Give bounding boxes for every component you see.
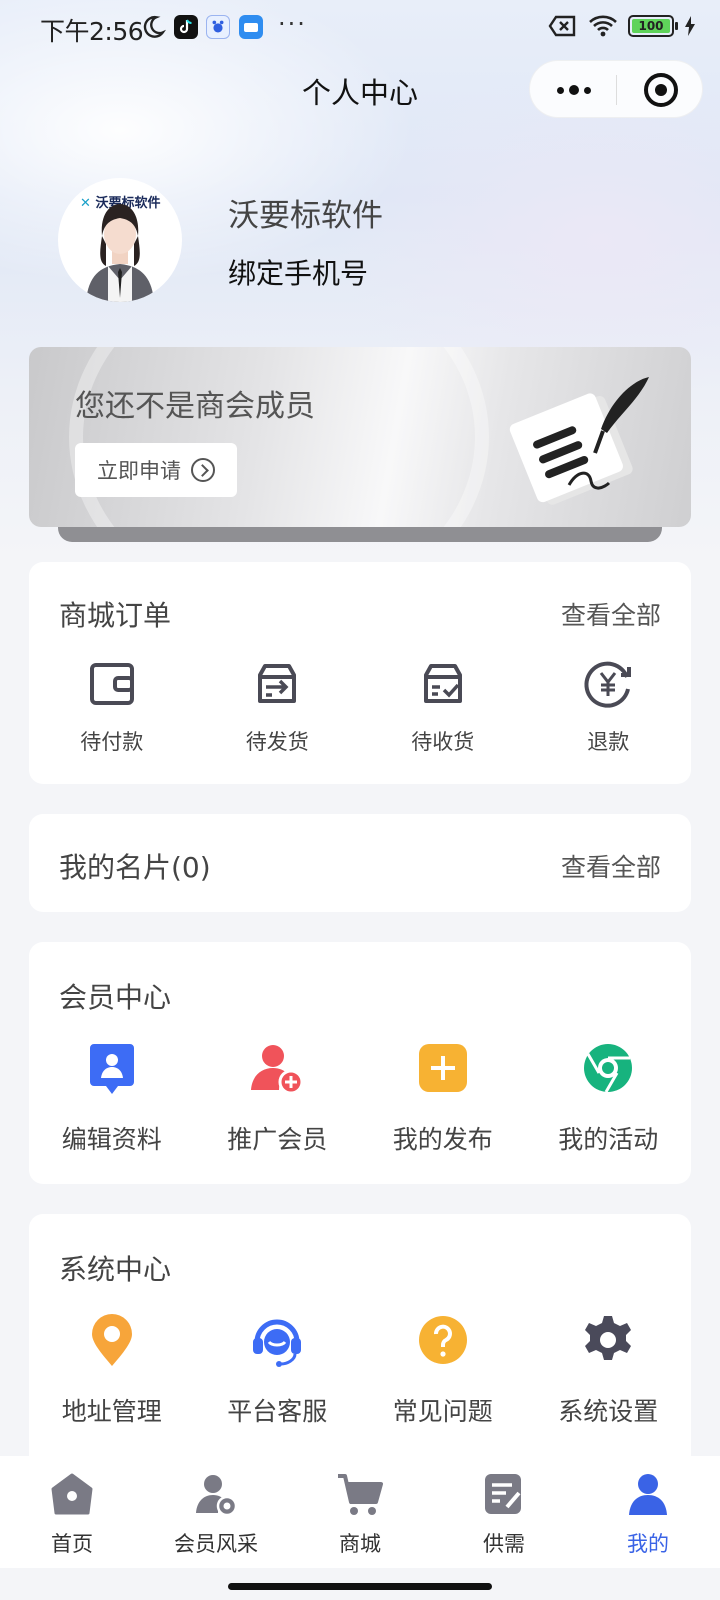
orders-card: 商城订单 查看全部 待付款 待发货 待收货 退款: [29, 562, 691, 784]
system-item-label: 常见问题: [392, 1397, 493, 1426]
wifi-icon: [589, 15, 617, 37]
supply-demand-icon: [480, 1470, 528, 1518]
profile-icon: [624, 1470, 672, 1518]
cart-icon: [336, 1470, 384, 1518]
status-more: ···: [278, 10, 307, 38]
refund-yen-icon: [580, 656, 636, 712]
orders-title: 商城订单: [59, 599, 172, 632]
bind-phone-link[interactable]: 绑定手机号: [228, 252, 368, 292]
member-center-title: 会员中心: [59, 981, 172, 1014]
box-arrow-icon: [249, 656, 305, 712]
tab-home[interactable]: 首页: [0, 1456, 144, 1568]
apply-now-button[interactable]: 立即申请: [75, 443, 237, 497]
tab-label: 会员风采: [174, 1532, 258, 1556]
order-pending-receipt[interactable]: 待收货: [360, 656, 526, 756]
member-center-card: 会员中心 编辑资料 推广会员 我的发布 我的活动: [29, 942, 691, 1184]
moon-icon: [143, 15, 166, 38]
member-item-label: 编辑资料: [61, 1125, 162, 1154]
tab-mall[interactable]: 商城: [288, 1456, 432, 1568]
bottom-tab-bar: 首页 会员风采 商城 供需 我的: [0, 1456, 720, 1568]
customer-service-item[interactable]: 平台客服: [195, 1312, 361, 1428]
question-icon: [415, 1312, 471, 1368]
avatar[interactable]: ✕ 沃要标软件: [58, 178, 182, 302]
address-management-item[interactable]: 地址管理: [29, 1312, 195, 1428]
charging-icon: [685, 16, 695, 36]
my-activities-item[interactable]: 我的活动: [526, 1040, 692, 1156]
member-item-label: 推广会员: [227, 1125, 328, 1154]
status-time: 下午2:56: [40, 17, 144, 46]
activity-icon: [580, 1040, 636, 1096]
battery-level: 100: [632, 19, 670, 33]
tab-mine[interactable]: 我的: [576, 1456, 720, 1568]
order-item-label: 待发货: [245, 730, 309, 754]
home-icon: [48, 1470, 96, 1518]
box-check-icon: [415, 656, 471, 712]
home-indicator[interactable]: [228, 1583, 492, 1590]
my-cards-title: 我的名片(0): [59, 851, 211, 884]
tab-label: 商城: [339, 1532, 381, 1556]
promote-member-item[interactable]: 推广会员: [195, 1040, 361, 1156]
status-right: 100: [548, 14, 696, 38]
membership-banner: 您还不是商会成员 立即申请: [29, 347, 691, 527]
sim-x-icon: [548, 15, 576, 37]
location-pin-icon: [84, 1312, 140, 1368]
order-pending-payment[interactable]: 待付款: [29, 656, 195, 756]
edit-profile-icon: [84, 1040, 140, 1096]
battery-icon: 100: [628, 15, 678, 37]
tab-member-style[interactable]: 会员风采: [144, 1456, 288, 1568]
order-item-label: 待收货: [411, 730, 475, 754]
apply-now-label: 立即申请: [97, 459, 181, 483]
tab-label: 我的: [627, 1532, 669, 1556]
wallet-icon: [84, 656, 140, 712]
status-bar: 下午2:56 ··· 100: [0, 0, 720, 56]
profile-name: 沃要标软件: [228, 198, 383, 234]
document-quill-icon: [509, 377, 649, 505]
member-item-label: 我的活动: [558, 1125, 659, 1154]
my-posts-item[interactable]: 我的发布: [360, 1040, 526, 1156]
settings-gear-icon: [580, 1312, 636, 1368]
add-post-icon: [415, 1040, 471, 1096]
my-cards-view-all-link[interactable]: 查看全部: [561, 848, 661, 884]
order-pending-shipment[interactable]: 待发货: [195, 656, 361, 756]
tab-supply-demand[interactable]: 供需: [432, 1456, 576, 1568]
orders-view-all-link[interactable]: 查看全部: [561, 596, 661, 632]
customer-service-icon: [249, 1312, 305, 1368]
system-item-label: 系统设置: [558, 1397, 659, 1426]
baidu-app-icon: [206, 15, 230, 39]
system-center-grid: 地址管理 平台客服 常见问题 系统设置: [29, 1312, 691, 1428]
promote-member-icon: [249, 1040, 305, 1096]
system-settings-item[interactable]: 系统设置: [526, 1312, 692, 1428]
order-item-label: 退款: [587, 730, 630, 754]
banner-decoration: [69, 347, 489, 527]
order-refund[interactable]: 退款: [526, 656, 692, 756]
avatar-person-icon: [86, 204, 154, 302]
close-target-icon[interactable]: [644, 73, 678, 107]
member-center-grid: 编辑资料 推广会员 我的发布 我的活动: [29, 1040, 691, 1156]
arrow-circle-icon: [191, 458, 215, 482]
edit-profile-item[interactable]: 编辑资料: [29, 1040, 195, 1156]
system-item-label: 平台客服: [227, 1397, 328, 1426]
order-item-label: 待付款: [80, 730, 144, 754]
membership-title: 您还不是商会成员: [75, 389, 315, 424]
tiktok-app-icon: [174, 15, 198, 39]
more-dots-icon[interactable]: [552, 77, 596, 103]
faq-item[interactable]: 常见问题: [360, 1312, 526, 1428]
member-item-label: 我的发布: [392, 1125, 493, 1154]
system-item-label: 地址管理: [61, 1397, 162, 1426]
capsule-divider: [616, 75, 617, 105]
my-cards-card[interactable]: 我的名片(0) 查看全部: [29, 814, 691, 912]
tab-label: 供需: [483, 1532, 525, 1556]
orders-grid: 待付款 待发货 待收货 退款: [29, 656, 691, 756]
wallet-app-icon: [239, 15, 263, 39]
mini-program-capsule: [529, 60, 703, 118]
system-center-title: 系统中心: [59, 1253, 172, 1286]
tab-label: 首页: [51, 1532, 93, 1556]
member-style-icon: [192, 1470, 240, 1518]
